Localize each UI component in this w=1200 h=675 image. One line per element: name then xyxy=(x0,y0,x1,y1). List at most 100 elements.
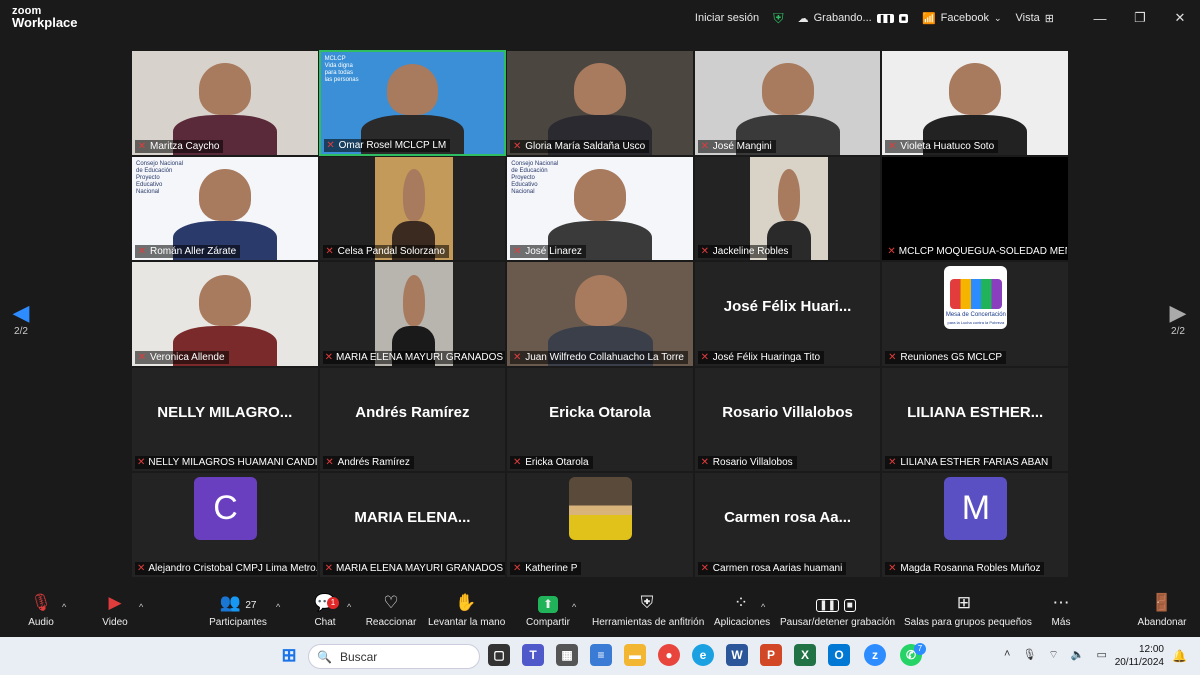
shield-icon: ⛨ xyxy=(640,593,654,612)
participant-tile[interactable]: Andrés Ramírez ✕ Andrés Ramírez xyxy=(318,366,507,473)
participant-tile[interactable]: M ✕ Magda Rosanna Robles Muñoz xyxy=(881,472,1069,578)
participant-tile[interactable]: MCLCP Vida digna para todas las personas ✕ Om… xyxy=(318,50,507,156)
participant-tile[interactable]: Carmen rosa Aa... ✕ Carmen rosa Aarias hua… xyxy=(693,472,882,578)
heart-icon: ♡ xyxy=(383,593,399,612)
share-options-caret[interactable]: ^ xyxy=(572,602,576,612)
participant-display-name: José Félix Huari... xyxy=(723,298,852,316)
raise-hand-button[interactable]: ✋ Levantar la mano xyxy=(428,592,506,628)
overlay-line: MCLCP xyxy=(324,56,346,62)
participants-options-caret[interactable]: ^ xyxy=(276,602,280,612)
edge-icon[interactable]: e xyxy=(692,644,714,666)
person-head xyxy=(574,169,626,221)
next-page-button[interactable]: ▶ 2/2 xyxy=(1163,300,1193,337)
chevron-up-icon[interactable]: ˄ xyxy=(1004,648,1010,662)
pause-recording-icon[interactable]: ❚❚ xyxy=(876,13,895,23)
raise-hand-label: Levantar la mano xyxy=(428,617,506,628)
audio-options-caret[interactable]: ^ xyxy=(62,602,66,612)
whatsapp-badge: 7 xyxy=(914,643,926,655)
participant-tile[interactable]: Rosario Villalobos ✕ Rosario Villalobos xyxy=(693,366,882,473)
microphone-icon[interactable]: 🎙 xyxy=(1022,648,1036,662)
audio-button[interactable]: 🎙 Audio xyxy=(22,592,60,628)
video-button[interactable]: ▶ Video xyxy=(96,592,134,628)
outlook-icon[interactable]: O xyxy=(828,644,850,666)
file-explorer-icon[interactable]: ▬ xyxy=(624,644,646,666)
powerpoint-icon[interactable]: P xyxy=(760,644,782,666)
restore-icon[interactable]: ❐ xyxy=(1120,10,1160,26)
person-head xyxy=(402,274,425,327)
share-button[interactable]: ⬆ Compartir xyxy=(525,592,571,628)
word-icon[interactable]: W xyxy=(726,644,748,666)
participant-tile[interactable]: LILIANA ESTHER... ✕ LILIANA ESTHER FARIAS … xyxy=(881,366,1069,473)
mic-muted-icon: ✕ xyxy=(326,139,335,151)
participant-display-name: Rosario Villalobos xyxy=(722,403,853,421)
view-menu[interactable]: Vista ⊞ xyxy=(1016,12,1054,25)
breakout-rooms-button[interactable]: ⊞ Salas para grupos pequeños xyxy=(904,592,1032,628)
video-off-icon: ▶ xyxy=(108,593,122,612)
breakout-rooms-icon: ⊞ xyxy=(956,593,972,612)
mic-muted-icon: ✕ xyxy=(137,562,146,574)
close-icon[interactable]: ✕ xyxy=(1160,10,1200,26)
notepad-icon[interactable]: ≡ xyxy=(590,644,612,666)
participant-tile[interactable]: ✕ Katherine P xyxy=(506,472,694,578)
wifi-icon[interactable]: ⌔ xyxy=(1048,648,1058,662)
participant-tile[interactable]: Consejo Nacional de Educación Proyecto Educ… xyxy=(506,155,694,262)
notification-bell-icon[interactable]: 🔔 xyxy=(1172,649,1187,663)
leave-button[interactable]: 🚪 Abandonar xyxy=(1136,592,1188,628)
windows-icon[interactable]: ⊞ xyxy=(278,644,300,666)
participant-tile[interactable]: Ericka Otarola ✕ Ericka Otarola xyxy=(506,366,694,473)
security-shield[interactable]: ⛨ xyxy=(773,10,784,27)
sign-in-link[interactable]: Iniciar sesión xyxy=(695,12,759,24)
participant-tile[interactable]: ✕ Juan Wilfredo Collahuacho La Torre xyxy=(506,261,694,367)
minimize-icon[interactable]: — xyxy=(1080,11,1120,26)
previous-page-button[interactable]: ◀ 2/2 xyxy=(6,300,36,337)
participant-tile[interactable]: Mesa de Concertación para la Lucha contra… xyxy=(881,261,1069,367)
excel-icon[interactable]: X xyxy=(794,644,816,666)
participant-tile[interactable]: ✕ Gloria María Saldaña Usco xyxy=(506,50,694,156)
participant-tile[interactable]: ✕ Celsa Pandal Solorzano xyxy=(318,155,507,262)
participant-tile[interactable]: C ✕ Alejandro Cristobal CMPJ Lima Metro... xyxy=(131,472,319,578)
search-box[interactable]: 🔍 Buscar xyxy=(308,644,480,669)
participant-tile[interactable]: Consejo Nacional de Educación Proyecto Educ… xyxy=(131,155,319,262)
host-tools-button[interactable]: ⛨ Herramientas de anfitrión xyxy=(592,592,704,628)
clock[interactable]: 12:00 20/11/2024 xyxy=(1115,643,1164,669)
stop-recording-icon[interactable]: ■ xyxy=(899,13,908,23)
apps-options-caret[interactable]: ^ xyxy=(761,602,765,612)
volume-icon[interactable]: 🔈 xyxy=(1071,648,1085,662)
participant-tile[interactable]: ✕ Violeta Huatuco Soto xyxy=(881,50,1069,156)
zoom-icon[interactable]: z xyxy=(864,644,886,666)
mic-muted-icon: ✕ xyxy=(512,351,522,363)
page-indicator-left: 2/2 xyxy=(14,326,28,337)
participant-tile[interactable]: ✕ Veronica Allende xyxy=(131,261,319,367)
participant-name: Celsa Pandal Solorzano xyxy=(337,246,445,258)
reactions-button[interactable]: ♡ Reaccionar xyxy=(365,592,417,628)
task-view-icon[interactable]: ▢ xyxy=(488,644,510,666)
participant-tile[interactable]: ✕ Maritza Caycho xyxy=(131,50,319,156)
search-placeholder: Buscar xyxy=(339,649,378,664)
apps-button[interactable]: ⁘ Aplicaciones xyxy=(714,592,770,628)
participant-display-name: Ericka Otarola xyxy=(549,403,651,421)
participant-name-label: ✕ Jackeline Robles xyxy=(697,245,793,259)
participants-button[interactable]: 👥 27 Participantes xyxy=(205,592,271,628)
recording-indicator[interactable]: ☁ Grabando... ❚❚ ■ xyxy=(798,12,908,25)
teams-icon[interactable]: T xyxy=(522,644,544,666)
more-button[interactable]: ⋯ Más xyxy=(1046,592,1076,628)
participant-tile[interactable]: ✕ Jackeline Robles xyxy=(693,155,882,262)
chrome-icon[interactable]: ● xyxy=(658,644,680,666)
hand-icon: ✋ xyxy=(455,593,477,612)
live-stream-menu[interactable]: 📶 Facebook ⌄ xyxy=(922,12,1002,25)
participant-tile[interactable]: ✕ MARIA ELENA MAYURI GRANADOS xyxy=(318,261,507,367)
recording-label: Grabando... xyxy=(813,12,872,24)
chat-options-caret[interactable]: ^ xyxy=(347,602,351,612)
battery-icon[interactable]: ▭ xyxy=(1096,648,1106,662)
pause-recording-button[interactable]: ❚❚ ■ Pausar/detener grabación xyxy=(780,592,895,628)
participant-tile[interactable]: ✕ José Mangini xyxy=(693,50,882,156)
participant-name: Ericka Otarola xyxy=(525,457,589,469)
calculator-icon[interactable]: ▦ xyxy=(556,644,578,666)
participant-tile[interactable]: José Félix Huari... ✕ José Félix Huaringa … xyxy=(693,261,882,367)
participant-tile[interactable]: NELLY MILAGRO... ✕ NELLY MILAGROS HUAMANI … xyxy=(131,366,319,473)
participant-name-label: ✕ Carmen rosa Aarias huamani xyxy=(697,561,847,575)
participant-name: José Linarez xyxy=(525,246,582,258)
video-options-caret[interactable]: ^ xyxy=(139,602,143,612)
participant-tile[interactable]: ✕ MCLCP MOQUEGUA-SOLEDAD MEN... xyxy=(881,155,1069,262)
participant-tile[interactable]: MARIA ELENA... ✕ MARIA ELENA MAYURI GRANAD… xyxy=(318,472,507,578)
